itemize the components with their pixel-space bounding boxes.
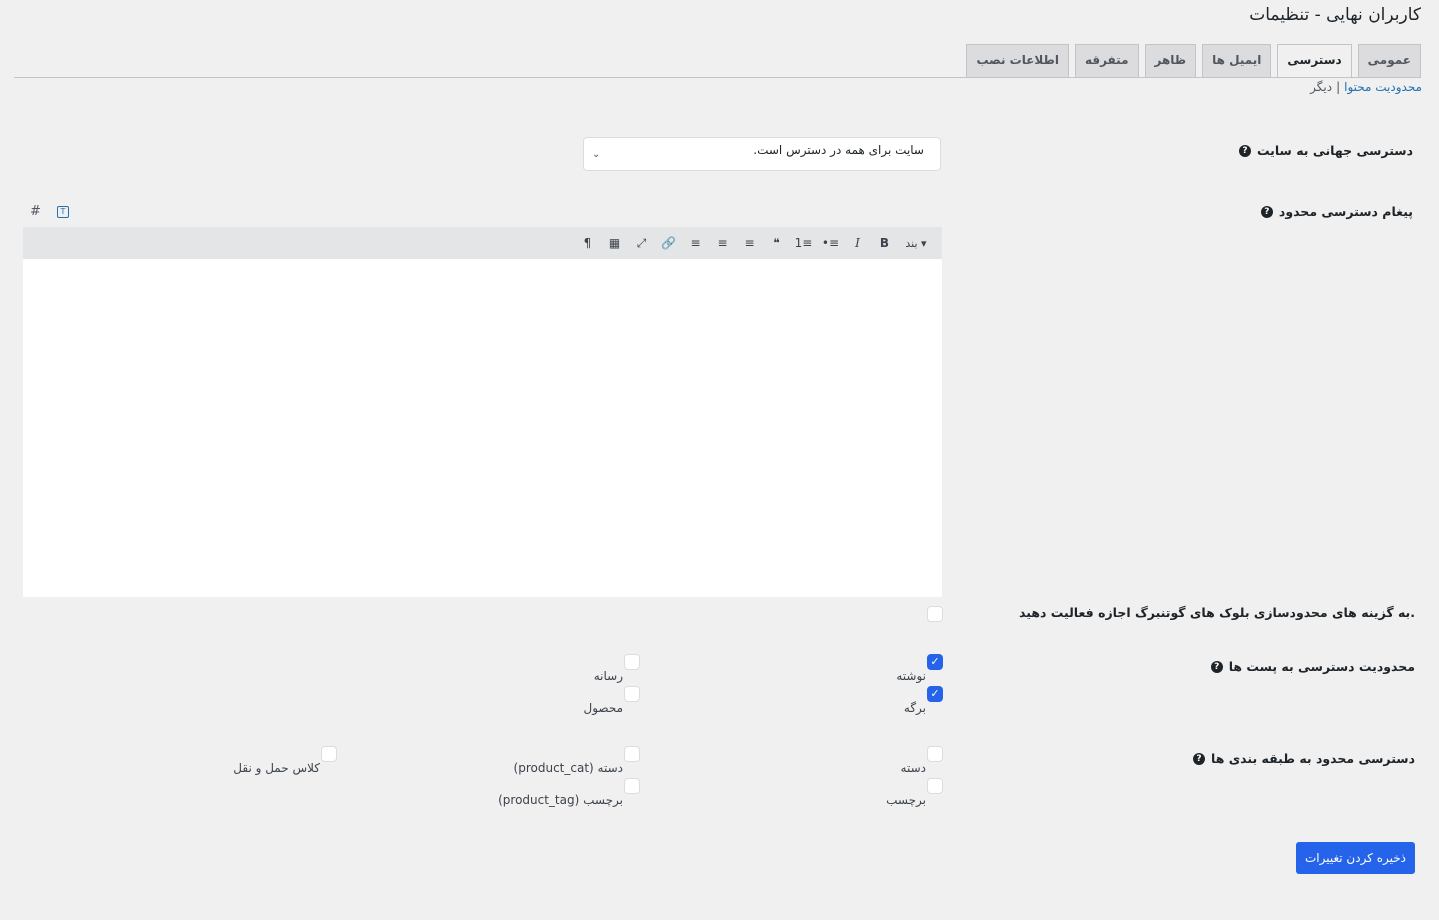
save-changes-button[interactable]: ذخیره کردن تغییرات [1296,842,1415,874]
subnav-other[interactable]: دیگر [1310,80,1332,94]
gutenberg-checkbox[interactable] [927,606,943,622]
tab-misc[interactable]: متفرقه [1074,44,1139,77]
align-right-icon[interactable]: ≡ [682,236,709,250]
gutenberg-label: به گزینه های محدودسازی بلوک های گوتنبرگ … [1019,605,1415,620]
tab-appearance[interactable]: ظاهر [1144,44,1197,77]
taxonomy-category-label: دسته [900,761,926,775]
help-icon[interactable]: ? [1238,144,1251,157]
restricted-message-label-text: پیغام دسترسی محدود [1278,204,1413,219]
page-title: کاربران نهایی - تنظیمات [1249,5,1421,25]
help-icon[interactable]: ? [1193,752,1205,765]
taxonomies-label-text: دسترسی محدود به طبقه بندی ها [1211,751,1415,766]
fullscreen-icon[interactable]: ⤢ [628,236,655,251]
chevron-down-icon: ⌄ [592,149,601,160]
numbered-list-icon[interactable]: 1≡ [790,236,817,250]
align-center-icon[interactable]: ≡ [709,236,736,250]
bold-icon[interactable]: B [871,236,898,250]
italic-icon[interactable]: I [844,236,871,250]
global-access-select[interactable]: سایت برای همه در دسترس است. ⌄ [583,137,941,171]
help-icon[interactable]: ? [1210,660,1223,673]
post-type-product-checkbox[interactable] [624,686,640,702]
link-icon[interactable]: 🔗 [655,236,682,250]
tab-access[interactable]: دسترسی [1277,44,1352,78]
taxonomy-category-checkbox[interactable] [927,746,943,762]
format-select[interactable]: بند ▾ [898,237,934,250]
global-access-value: سایت برای همه در دسترس است. [753,143,924,157]
toolbar-toggle-icon[interactable]: ▦ [601,236,628,250]
post-type-media-checkbox[interactable] [624,654,640,670]
tabs-divider [14,77,1421,78]
post-types-label-text: محدودیت دسترسی به پست ها [1228,659,1415,674]
sub-navigation: محدودیت محتوا | دیگر [1310,80,1422,94]
global-access-label-text: دسترسی جهانی به سایت [1256,143,1413,158]
post-type-media-label: رسانه [593,669,623,683]
taxonomy-tag-label: برچسب [886,793,926,807]
tab-install-info[interactable]: اطلاعات نصب [966,44,1069,77]
code-mode-icon[interactable]: # [30,204,41,219]
help-icon[interactable]: ? [1260,205,1273,218]
visual-mode-icon[interactable]: T [56,206,69,218]
taxonomy-shipping-class-checkbox[interactable] [321,746,337,762]
align-left-icon[interactable]: ≡ [736,236,763,250]
tab-emails[interactable]: ایمیل ها [1202,44,1272,77]
format-select-label: بند [905,236,918,250]
restricted-message-label: پیغام دسترسی محدود ? [1260,204,1413,219]
tab-general[interactable]: عمومی [1357,44,1421,77]
taxonomy-tag-checkbox[interactable] [927,778,943,794]
post-type-page-label: برگه [903,701,926,715]
taxonomy-product-cat-label: دسته (product_cat) [513,761,623,775]
taxonomy-product-tag-checkbox[interactable] [624,778,640,794]
post-type-post-label: نوشته [896,669,926,683]
bullet-list-icon[interactable]: •≡ [817,236,844,250]
post-type-page-checkbox[interactable]: ✓ [927,686,943,702]
taxonomy-product-tag-label: برچسب (product_tag) [498,793,623,807]
subnav-content-restriction[interactable]: محدودیت محتوا [1344,80,1422,94]
subnav-separator: | [1336,80,1341,94]
settings-tabs: عمومی دسترسی ایمیل ها ظاهر متفرقه اطلاعا… [966,44,1421,78]
taxonomy-product-cat-checkbox[interactable] [624,746,640,762]
global-access-label: دسترسی جهانی به سایت ? [1238,143,1413,158]
blockquote-icon[interactable]: ❝ [763,236,790,250]
paragraph-direction-icon[interactable]: ¶ [574,236,601,250]
taxonomy-shipping-class-label: کلاس حمل و نقل [233,761,320,775]
post-type-product-label: محصول [583,701,624,715]
taxonomies-label: دسترسی محدود به طبقه بندی ها ? [1193,751,1415,766]
post-type-post-checkbox[interactable]: ✓ [927,654,943,670]
editor-toolbar: بند ▾ B I •≡ 1≡ ❝ ≡ ≡ ≡ 🔗 ⤢ ▦ ¶ [23,227,942,259]
editor-mode-tabs: # T [30,204,69,219]
editor-content-area[interactable] [23,259,942,597]
post-types-label: محدودیت دسترسی به پست ها ? [1210,659,1415,674]
